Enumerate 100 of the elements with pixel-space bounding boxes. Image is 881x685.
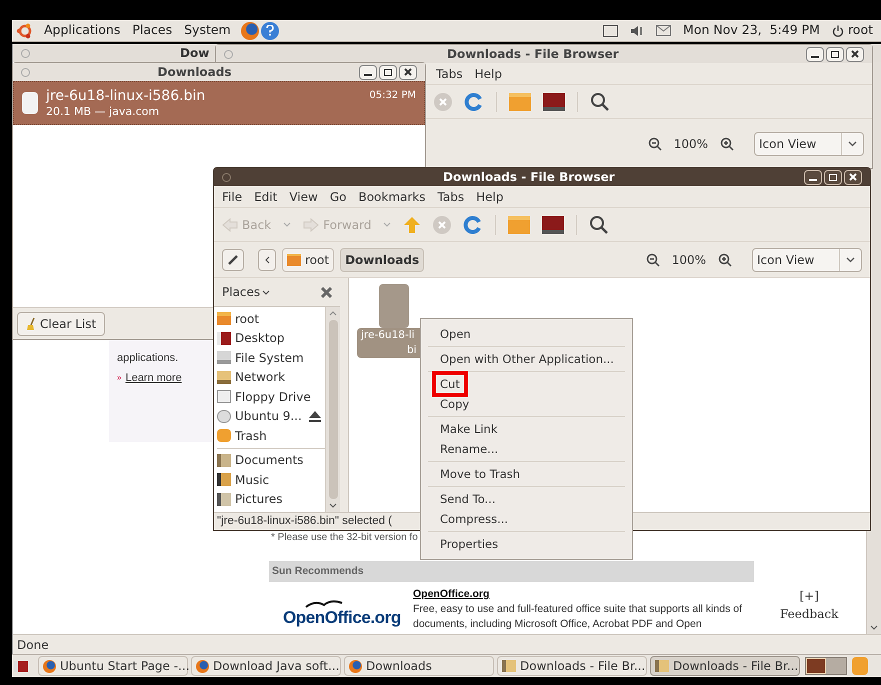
sidebar-item[interactable]: Documents: [217, 450, 325, 470]
sidebar-item[interactable]: Network: [217, 368, 325, 387]
taskbar-button[interactable]: Ubuntu Start Page -...: [38, 656, 188, 676]
menu-item[interactable]: Rename...: [436, 440, 502, 458]
sidebar-item[interactable]: File System: [217, 348, 325, 368]
sidebar-item[interactable]: Floppy Drive: [217, 387, 325, 406]
window-menu-icon[interactable]: [222, 172, 231, 182]
power-icon[interactable]: [832, 24, 844, 36]
scrollbar[interactable]: [325, 307, 340, 512]
path-scroll-button[interactable]: [258, 248, 276, 270]
menu-item[interactable]: Copy: [436, 395, 474, 413]
download-item[interactable]: jre-6u18-linux-i586.bin 20.1 MB — java.com 05:32 PM: [13, 81, 425, 125]
display-icon[interactable]: [603, 24, 618, 36]
computer-icon[interactable]: [542, 216, 564, 234]
menu-item[interactable]: Compress...: [436, 510, 512, 528]
search-icon[interactable]: [589, 214, 610, 234]
help-icon[interactable]: [260, 22, 279, 40]
product-logo: OpenOffice.org: [283, 609, 401, 626]
menu-item[interactable]: Help: [476, 188, 504, 206]
home-folder-icon: [287, 254, 301, 266]
close-button[interactable]: [846, 46, 864, 62]
menu-item[interactable]: Open with Other Application...: [436, 350, 618, 368]
chevron-up-icon[interactable]: [329, 311, 337, 316]
broom-icon: [26, 316, 36, 330]
maximize-button[interactable]: [824, 170, 842, 184]
taskbar-button[interactable]: Downloads: [344, 656, 494, 676]
taskbar-button[interactable]: Download Java soft...: [191, 656, 341, 676]
close-icon: [851, 50, 859, 58]
close-button[interactable]: [399, 64, 417, 80]
menu-item[interactable]: Send To...: [436, 490, 500, 508]
feedback-mark[interactable]: [+]: [799, 587, 819, 605]
browser-icon[interactable]: [240, 22, 259, 40]
edit-location-button[interactable]: [222, 248, 244, 270]
panel-menu[interactable]: Places: [130, 21, 174, 40]
binary-file-icon: [379, 284, 409, 328]
close-button[interactable]: [844, 170, 862, 184]
menu-item[interactable]: Help: [474, 64, 502, 82]
menu-item[interactable]: Go: [330, 188, 346, 206]
menu-item[interactable]: Tabs: [436, 64, 463, 82]
path-button[interactable]: root: [282, 248, 334, 272]
scrollbar-thumb[interactable]: [328, 320, 338, 499]
window-title: Downloads - File Browser: [443, 169, 615, 186]
reload-icon[interactable]: [464, 92, 484, 112]
browser-icon: [43, 660, 56, 672]
user-name[interactable]: root: [848, 21, 873, 40]
menu-item[interactable]: File: [222, 188, 242, 206]
clear-list-button[interactable]: Clear List: [17, 312, 106, 336]
workspace-switcher[interactable]: [805, 657, 847, 675]
sidebar-item[interactable]: Pictures: [217, 490, 325, 509]
path-button[interactable]: Downloads: [340, 248, 424, 272]
zoom-in-icon[interactable]: [720, 136, 734, 150]
chevron-left-icon: [264, 256, 270, 264]
view-dropdown[interactable]: Icon View: [754, 132, 864, 156]
chevron-down-icon[interactable]: [329, 503, 337, 508]
reload-icon[interactable]: [463, 214, 484, 234]
search-icon[interactable]: [590, 92, 610, 112]
volume-icon[interactable]: [630, 24, 644, 36]
menu-item[interactable]: Tabs: [438, 188, 464, 206]
clock[interactable]: Mon Nov 23, 5:49 PM: [683, 21, 820, 40]
minimize-button[interactable]: [804, 170, 822, 184]
minimize-button[interactable]: [806, 46, 824, 62]
taskbar-button[interactable]: Downloads - File Br...: [650, 656, 800, 676]
view-dropdown[interactable]: Icon View: [752, 248, 862, 272]
sidebar-selector[interactable]: Places: [222, 283, 270, 301]
menu-item[interactable]: Properties: [436, 535, 502, 553]
ubuntu-logo-icon[interactable]: [16, 22, 34, 40]
menu-item[interactable]: Make Link: [436, 420, 502, 438]
browser-icon: [349, 660, 362, 672]
close-sidebar-icon[interactable]: [321, 286, 332, 298]
maximize-button[interactable]: [379, 64, 397, 80]
learn-more-link[interactable]: Learn more: [125, 370, 182, 386]
zoom-in-icon[interactable]: [718, 252, 732, 266]
panel-menu[interactable]: System: [182, 21, 233, 40]
computer-icon[interactable]: [543, 92, 565, 110]
arrow-right-icon: [303, 218, 320, 232]
chevron-down-icon[interactable]: [870, 625, 878, 630]
menu-item[interactable]: Bookmarks: [358, 188, 426, 206]
minimize-button[interactable]: [359, 64, 377, 80]
menu-item[interactable]: Open: [436, 325, 475, 343]
feedback-link[interactable]: Feedback: [780, 605, 838, 623]
sidebar-item[interactable]: Ubuntu 9...: [217, 406, 325, 426]
mail-icon[interactable]: [656, 25, 672, 36]
sidebar-item[interactable]: Music: [217, 470, 325, 490]
product-link[interactable]: OpenOffice.org: [413, 587, 753, 602]
sidebar-item[interactable]: Trash: [217, 426, 325, 446]
zoom-level: 100%: [670, 252, 707, 268]
menu-item[interactable]: Move to Trash: [436, 465, 524, 483]
eject-icon[interactable]: [309, 410, 321, 422]
menu-item[interactable]: Edit: [254, 188, 278, 206]
zoom-out-icon[interactable]: [648, 136, 662, 150]
sidebar-item[interactable]: Desktop: [217, 328, 325, 348]
window-title: Downloads - File Browser: [447, 46, 619, 63]
zoom-out-icon[interactable]: [646, 252, 660, 266]
floppy-icon: [217, 390, 231, 404]
menu-item[interactable]: View: [289, 188, 318, 206]
panel-menu[interactable]: Applications: [42, 21, 122, 40]
sidebar-item[interactable]: root: [217, 309, 325, 328]
maximize-button[interactable]: [826, 46, 844, 62]
taskbar-button[interactable]: Downloads - File Br...: [497, 656, 647, 676]
show-desktop-icon[interactable]: [14, 660, 28, 672]
